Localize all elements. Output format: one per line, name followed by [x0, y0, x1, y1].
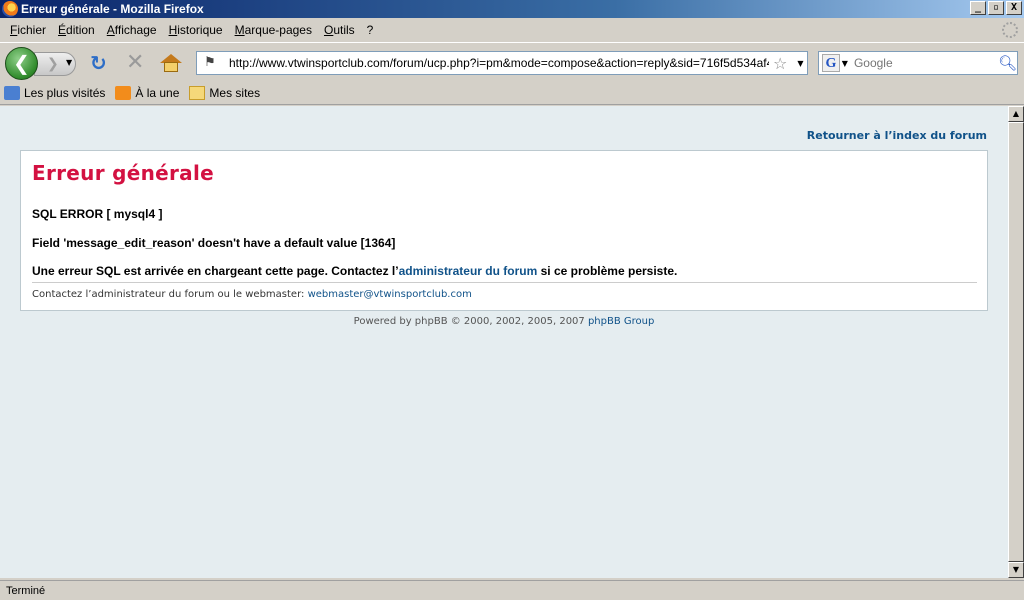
close-button[interactable]: X: [1006, 1, 1022, 15]
sql-error-text: SQL ERROR [ mysql4 ]: [32, 207, 163, 221]
search-input[interactable]: [853, 56, 994, 70]
search-icon[interactable]: 🔍︎: [998, 54, 1017, 72]
google-icon[interactable]: G: [822, 54, 840, 72]
window-controls: _ ▫ X: [970, 1, 1022, 15]
powered-by-footer: Powered by phpBB © 2000, 2002, 2005, 200…: [353, 316, 655, 327]
title-bar: Erreur générale - Mozilla Firefox _ ▫ X: [0, 0, 1024, 18]
history-dropdown-icon[interactable]: ▼: [66, 58, 72, 67]
status-bar: Terminé: [0, 580, 1024, 600]
divider: [32, 282, 977, 283]
minimize-button[interactable]: _: [970, 1, 986, 15]
error-panel: Erreur générale SQL ERROR [ mysql4 ] Fie…: [20, 150, 988, 311]
address-bar[interactable]: ⚑ http://www.vtwinsportclub.com/forum/uc…: [196, 51, 808, 75]
firefox-icon: [2, 1, 18, 17]
back-button[interactable]: ❮: [5, 47, 38, 80]
menu-affichage[interactable]: Affichage: [101, 23, 163, 37]
page-title: Erreur générale: [32, 161, 214, 185]
reload-icon[interactable]: ↻: [90, 53, 107, 73]
home-icon[interactable]: [160, 54, 182, 72]
menu-outils[interactable]: Outils: [318, 23, 361, 37]
bookmarks-toolbar: Les plus visités À la une Mes sites: [0, 82, 1024, 105]
menu-marque-pages[interactable]: Marque-pages: [229, 23, 318, 37]
arrow-right-icon: ❯: [47, 56, 59, 72]
stop-icon[interactable]: ✕: [126, 52, 144, 74]
bookmark-star-icon[interactable]: ☆: [773, 54, 787, 73]
contact-line: Contactez l’administrateur du forum ou l…: [32, 289, 472, 300]
window-title: Erreur générale - Mozilla Firefox: [21, 2, 204, 16]
navigation-toolbar: ❯ ▼ ❮ ↻ ✕ ⚑ http://www.vtwinsportclub.co…: [0, 42, 1024, 82]
folder-icon: [189, 86, 206, 100]
error-message: Une erreur SQL est arrivée en chargeant …: [32, 264, 678, 278]
search-bar: G ▼ 🔍︎: [818, 51, 1018, 75]
menu-historique[interactable]: Historique: [163, 23, 229, 37]
phpbb-group-link[interactable]: phpBB Group: [588, 316, 654, 327]
throbber-icon: [1002, 22, 1018, 38]
bookmark-most-visited[interactable]: Les plus visités: [4, 86, 105, 100]
menu-edition[interactable]: Édition: [52, 23, 101, 37]
url-dropdown-icon[interactable]: ▼: [797, 59, 803, 68]
webmaster-email-link[interactable]: webmaster@vtwinsportclub.com: [308, 289, 472, 300]
field-error-text: Field 'message_edit_reason' doesn't have…: [32, 236, 396, 250]
arrow-left-icon: ❮: [13, 51, 30, 75]
admin-contact-link[interactable]: administrateur du forum: [399, 264, 538, 278]
maximize-button[interactable]: ▫: [988, 1, 1004, 15]
return-to-index-link[interactable]: Retourner à l’index du forum: [807, 129, 987, 142]
scroll-thumb[interactable]: [1008, 122, 1024, 562]
menu-bar: Fichier Édition Affichage Historique Mar…: [0, 18, 1024, 42]
bookmark-headlines[interactable]: À la une: [115, 86, 179, 100]
menu-fichier[interactable]: Fichier: [4, 23, 52, 37]
scroll-up-button[interactable]: ▲: [1008, 106, 1024, 122]
engine-dropdown-icon[interactable]: ▼: [842, 59, 848, 68]
vertical-scrollbar[interactable]: ▲ ▼: [1008, 106, 1024, 578]
site-identity-icon[interactable]: ⚑: [199, 52, 221, 74]
scroll-down-button[interactable]: ▼: [1008, 562, 1024, 578]
status-text: Terminé: [6, 584, 46, 597]
menu-aide[interactable]: ?: [361, 23, 380, 37]
bookmark-my-sites[interactable]: Mes sites: [189, 86, 260, 100]
url-text[interactable]: http://www.vtwinsportclub.com/forum/ucp.…: [229, 56, 769, 70]
page-content: Retourner à l’index du forum Erreur géné…: [0, 106, 1008, 578]
most-visited-icon: [4, 86, 20, 100]
rss-feed-icon: [115, 86, 132, 100]
